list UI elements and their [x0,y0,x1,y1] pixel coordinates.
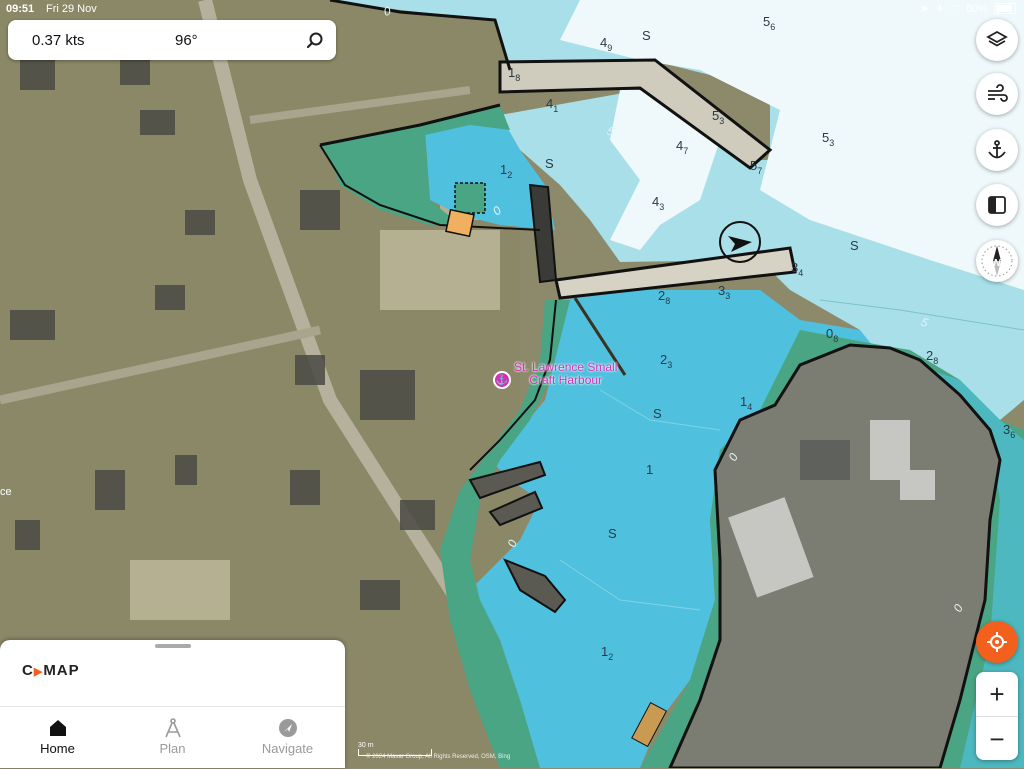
bottom-panel: C▶MAP Home Plan Navigate [0,640,345,768]
home-icon [49,720,66,736]
split-view-button[interactable] [976,184,1018,226]
wifi-icon: ◠ [950,3,960,15]
tab-bar: Home Plan Navigate [0,706,345,769]
depth-sounding: 1 [646,462,653,477]
layers-button[interactable] [976,19,1018,61]
locate-me-button[interactable] [976,621,1018,663]
tab-home[interactable]: Home [0,707,115,769]
scale-text: 30 m [358,742,374,749]
map-edge-label: ce [0,486,12,498]
depth-sounding: S [850,238,859,253]
depth-sounding: S [608,526,617,541]
airplane-icon: ✈ [935,3,945,15]
anchor-icon [988,140,1006,159]
tab-plan[interactable]: Plan [115,707,230,769]
depth-sounding: S [545,156,554,171]
location-arrow-icon: ➤ [919,3,930,15]
nav-info-bar[interactable]: 0.37 kts 96° [8,20,336,60]
battery-icon [994,3,1016,14]
wind-icon [988,84,1008,102]
anchor-button[interactable] [976,129,1018,171]
harbour-icon: ⚓ [493,371,511,389]
crosshair-icon [987,632,1007,652]
map-attribution: © 2024 Maxar Group, All Rights Reserved,… [366,754,511,760]
zoom-in-button[interactable]: + [976,672,1018,716]
drag-handle[interactable] [155,644,191,648]
status-date: Fri 29 Nov [46,3,97,15]
tab-plan-label: Plan [159,741,186,756]
tab-home-label: Home [40,741,75,756]
tab-navigate[interactable]: Navigate [230,707,345,769]
wind-button[interactable] [976,73,1018,115]
split-view-icon [988,196,1006,214]
compass-drafting-icon [164,718,181,738]
layers-icon [986,30,1008,47]
status-time: 09:51 [6,3,35,15]
harbour-marker[interactable]: ⚓ St. Lawrence Small Craft Harbour [493,361,617,389]
heading-value: 96° [175,31,198,49]
status-bar: 09:51 Fri 29 Nov ➤ ✈ ◠ 80% [0,0,1024,18]
search-icon[interactable] [304,29,326,51]
compass-icon: N [981,245,1013,277]
zoom-out-button[interactable]: − [976,716,1018,761]
speed-value: 0.37 kts [32,31,85,49]
compass-button[interactable]: N [976,240,1018,282]
cmap-logo: C▶MAP [22,662,80,679]
battery-percent: 80% [965,2,988,15]
tab-navigate-label: Navigate [261,741,314,756]
zoom-controls: + − [976,672,1018,760]
navigate-icon [278,719,297,737]
harbour-label-line2: Craft Harbour [529,373,603,387]
depth-sounding: S [653,406,662,421]
compass-label: N [993,258,1001,269]
depth-sounding: S [642,28,651,43]
